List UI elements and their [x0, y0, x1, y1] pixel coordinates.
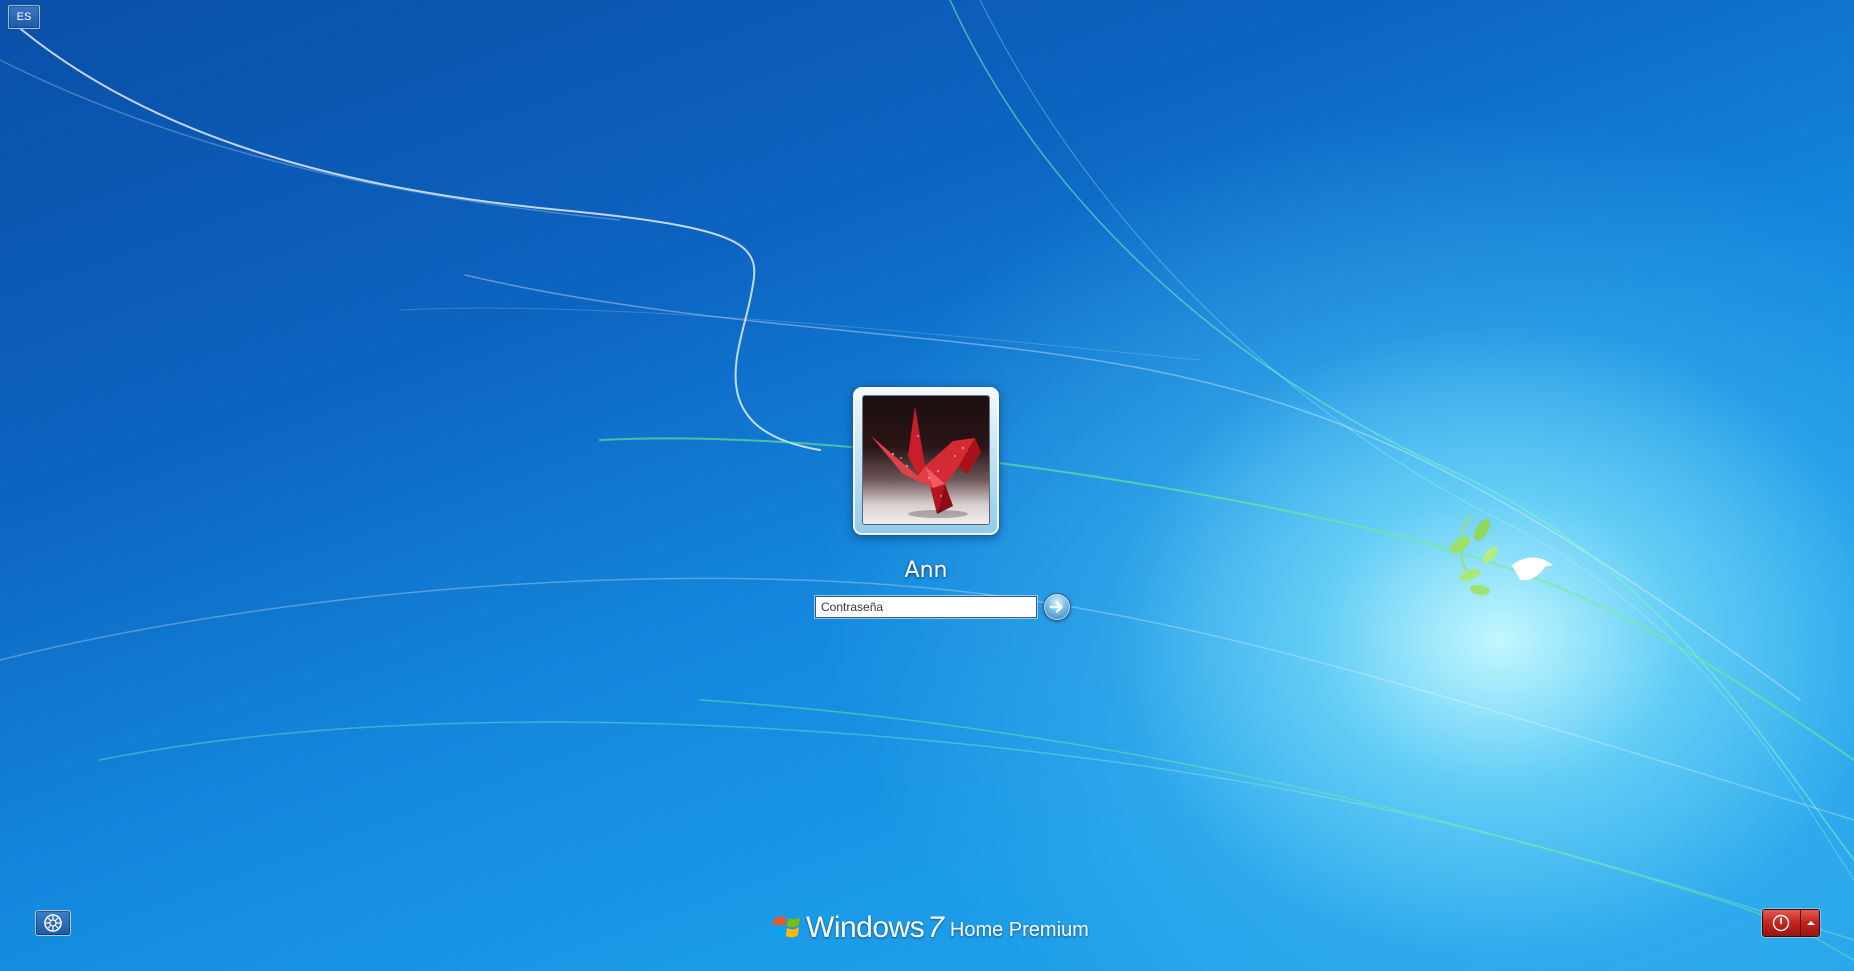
shutdown-options-button[interactable]: [1801, 910, 1819, 936]
shutdown-button[interactable]: [1763, 910, 1801, 936]
ease-of-access-icon: [44, 914, 62, 932]
arrow-right-icon: [1049, 601, 1063, 613]
windows-flag-icon: [772, 916, 800, 938]
power-icon: [1772, 914, 1790, 932]
logon-screen: ES Ann Windows 7 Home Premium: [0, 0, 1854, 971]
ease-of-access-button[interactable]: [35, 910, 71, 936]
language-button[interactable]: ES: [8, 5, 40, 29]
dove-branch-decoration: [1449, 514, 1553, 596]
windows-edition: Home Premium: [949, 919, 1089, 941]
submit-login-button[interactable]: [1043, 593, 1071, 621]
windows-version: 7: [927, 911, 944, 944]
windows-branding: Windows 7 Home Premium: [772, 905, 1089, 945]
windows-wordmark: Windows: [806, 911, 925, 944]
power-controls: [1762, 909, 1820, 937]
chevron-up-icon: [1807, 921, 1815, 925]
user-tile[interactable]: [853, 387, 999, 535]
password-input[interactable]: [814, 595, 1038, 619]
user-picture: [863, 396, 989, 524]
origami-crane-icon: [871, 406, 981, 518]
user-name: Ann: [904, 558, 948, 583]
